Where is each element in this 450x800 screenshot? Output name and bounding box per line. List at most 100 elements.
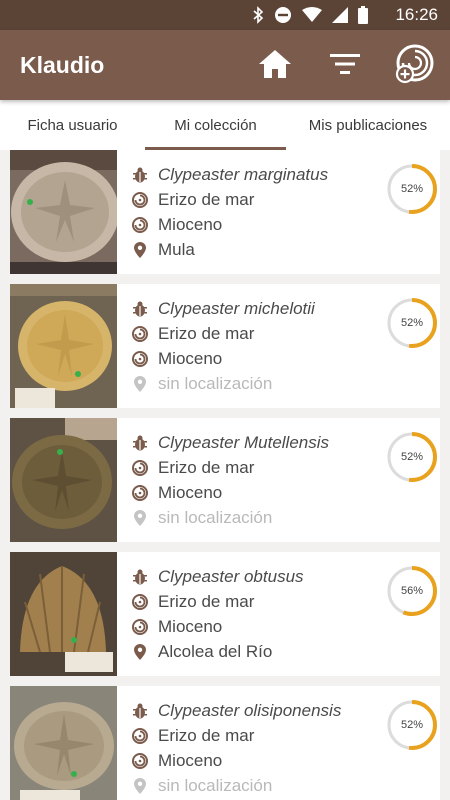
period-row: Mioceno — [132, 614, 222, 639]
progress-label: 52% — [400, 317, 424, 329]
tab-ficha-usuario[interactable]: Ficha usuario — [0, 100, 145, 150]
period-row: Mioceno — [132, 212, 222, 237]
ammonite-icon — [132, 618, 148, 635]
location-pin-icon — [132, 777, 148, 794]
ammonite-icon — [132, 752, 148, 769]
period-row: Mioceno — [132, 346, 222, 371]
completeness-progress: 52% — [385, 162, 439, 216]
group-row: Erizo de mar — [132, 723, 254, 748]
completeness-progress: 52% — [385, 430, 439, 484]
collection-list[interactable]: Clypeaster marginatus Erizo de mar Mioce… — [0, 150, 450, 800]
progress-label: 56% — [400, 585, 424, 597]
species-name: Clypeaster olisiponensis — [158, 700, 342, 720]
species-row: Clypeaster olisiponensis — [132, 698, 341, 723]
group-name: Erizo de mar — [158, 725, 255, 745]
period-row: Mioceno — [132, 748, 222, 773]
species-row: Clypeaster obtusus — [132, 564, 304, 589]
species-row: Clypeaster marginatus — [132, 162, 328, 187]
completeness-progress: 52% — [385, 698, 439, 752]
completeness-progress: 56% — [385, 564, 439, 618]
species-row: Clypeaster Mutellensis — [132, 430, 329, 455]
group-row: Erizo de mar — [132, 321, 254, 346]
home-button[interactable] — [253, 44, 297, 88]
period-name: Mioceno — [158, 214, 223, 234]
species-name: Clypeaster michelotii — [158, 298, 315, 318]
period-name: Mioceno — [158, 750, 223, 770]
status-bar: 16:26 — [0, 0, 450, 30]
collection-card[interactable]: Clypeaster obtusus Erizo de mar Mioceno … — [10, 552, 440, 676]
status-icons — [252, 6, 368, 24]
ammonite-icon — [132, 727, 148, 744]
add-specimen-button[interactable] — [392, 44, 436, 88]
ammonite-icon — [132, 459, 148, 476]
location-pin-icon — [132, 509, 148, 526]
filter-icon — [330, 53, 360, 80]
species-name: Clypeaster obtusus — [158, 566, 304, 586]
location-name: sin localización — [158, 775, 273, 795]
group-name: Erizo de mar — [158, 457, 255, 477]
bluetooth-icon — [252, 6, 264, 24]
location-name: sin localización — [158, 507, 273, 527]
battery-icon — [358, 6, 368, 24]
collection-card[interactable]: Clypeaster michelotii Erizo de mar Mioce… — [10, 284, 440, 408]
location-row: sin localización — [132, 371, 272, 396]
ammonite-icon — [132, 216, 148, 233]
group-name: Erizo de mar — [158, 323, 255, 343]
do-not-disturb-icon — [274, 6, 292, 24]
location-name: Mula — [158, 239, 195, 259]
filter-button[interactable] — [323, 44, 367, 88]
tab-bar: Ficha usuario Mi colección Mis publicaci… — [0, 100, 450, 150]
location-pin-icon — [132, 375, 148, 392]
period-name: Mioceno — [158, 348, 223, 368]
wifi-icon — [302, 7, 322, 23]
group-row: Erizo de mar — [132, 187, 254, 212]
species-name: Clypeaster marginatus — [158, 164, 329, 184]
specimen-photo[interactable] — [10, 418, 117, 542]
group-name: Erizo de mar — [158, 189, 255, 209]
tab-mis-publicaciones[interactable]: Mis publicaciones — [286, 100, 450, 150]
app-bar: Klaudio — [0, 30, 450, 100]
location-name: Alcolea del Río — [158, 641, 273, 661]
status-time: 16:26 — [395, 5, 438, 24]
group-row: Erizo de mar — [132, 455, 254, 480]
location-pin-icon — [132, 643, 148, 660]
bug-icon — [132, 703, 148, 719]
group-row: Erizo de mar — [132, 589, 254, 614]
specimen-photo[interactable] — [10, 552, 117, 676]
species-row: Clypeaster michelotii — [132, 296, 315, 321]
ammonite-icon — [132, 191, 148, 208]
location-row: sin localización — [132, 773, 272, 798]
collection-card[interactable]: Clypeaster marginatus Erizo de mar Mioce… — [10, 150, 440, 274]
group-name: Erizo de mar — [158, 591, 255, 611]
period-row: Mioceno — [132, 480, 222, 505]
app-title: Klaudio — [20, 52, 105, 78]
completeness-progress: 52% — [385, 296, 439, 350]
specimen-photo[interactable] — [10, 686, 117, 800]
add-ammonite-icon — [393, 43, 435, 90]
location-pin-icon — [132, 241, 148, 258]
bug-icon — [132, 569, 148, 585]
location-row: Mula — [132, 237, 195, 262]
location-row: sin localización — [132, 505, 272, 530]
ammonite-icon — [132, 593, 148, 610]
period-name: Mioceno — [158, 482, 223, 502]
bug-icon — [132, 435, 148, 451]
ammonite-icon — [132, 325, 148, 342]
home-icon — [257, 48, 293, 85]
tab-mi-coleccion[interactable]: Mi colección — [145, 100, 286, 150]
signal-icon — [332, 7, 348, 23]
specimen-photo[interactable] — [10, 284, 117, 408]
collection-card[interactable]: Clypeaster Mutellensis Erizo de mar Mioc… — [10, 418, 440, 542]
ammonite-icon — [132, 484, 148, 501]
bug-icon — [132, 301, 148, 317]
specimen-photo[interactable] — [10, 150, 117, 274]
species-name: Clypeaster Mutellensis — [158, 432, 330, 452]
location-row: Alcolea del Río — [132, 639, 272, 664]
progress-label: 52% — [400, 183, 424, 195]
ammonite-icon — [132, 350, 148, 367]
progress-label: 52% — [400, 719, 424, 731]
location-name: sin localización — [158, 373, 273, 393]
progress-label: 52% — [400, 451, 424, 463]
collection-card[interactable]: Clypeaster olisiponensis Erizo de mar Mi… — [10, 686, 440, 800]
period-name: Mioceno — [158, 616, 223, 636]
